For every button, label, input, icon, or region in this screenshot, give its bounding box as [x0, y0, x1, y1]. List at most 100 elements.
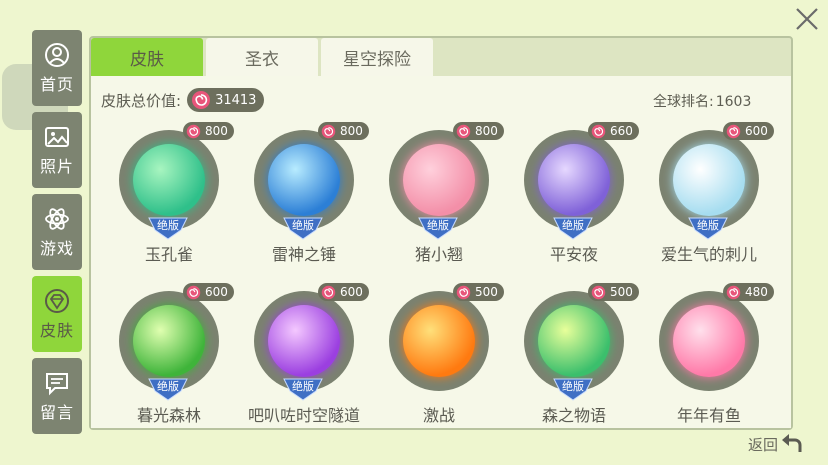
- rank-value: 1603: [715, 94, 752, 110]
- skin-price-badge: 600: [723, 122, 774, 140]
- limited-edition-badge: 绝版: [147, 216, 189, 240]
- skin-price: 800: [340, 124, 363, 138]
- total-value-badge: 31413: [187, 88, 265, 112]
- limited-edition-badge: 绝版: [552, 377, 594, 401]
- skin-price-badge: 800: [183, 122, 234, 140]
- skins-content: 皮肤总价值: 31413 全球排名: 1603 800 绝版 玉孔雀 800 绝版 雷神之锤…: [91, 76, 791, 428]
- skin-price-badge: 660: [588, 122, 639, 140]
- skin-frame: [524, 130, 624, 230]
- swirl-icon: [192, 91, 211, 109]
- total-value: 31413: [215, 92, 257, 108]
- sidebar-item-label: 游戏: [39, 239, 74, 258]
- skin-name: 年年有鱼: [676, 406, 741, 425]
- skin-frame: [254, 130, 354, 230]
- sidebar-item-photos[interactable]: 照片: [32, 112, 82, 188]
- photo-icon: [45, 127, 69, 147]
- skin-card[interactable]: 800 绝版 雷神之锤: [236, 120, 370, 280]
- skin-frame: [119, 130, 219, 230]
- skin-card[interactable]: 480 年年有鱼: [641, 281, 775, 441]
- skin-price-badge: 600: [183, 283, 234, 301]
- swirl-icon: [186, 285, 201, 299]
- skin-price-badge: 480: [723, 283, 774, 301]
- skin-price: 800: [205, 124, 228, 138]
- skin-price: 800: [475, 124, 498, 138]
- tab-bar: 皮肤 圣衣 星空探险: [91, 38, 436, 76]
- limited-edition-badge: 绝版: [282, 216, 324, 240]
- swirl-icon: [591, 285, 606, 299]
- skin-price: 600: [340, 285, 363, 299]
- limited-label: 绝版: [157, 380, 179, 393]
- skin-orb: [133, 144, 205, 216]
- back-button[interactable]: 返回: [748, 432, 804, 456]
- global-rank: 全球排名: 1603: [651, 91, 751, 111]
- skin-orb: [268, 144, 340, 216]
- skin-frame: [389, 130, 489, 230]
- swirl-icon: [456, 285, 471, 299]
- skin-name: 森之物语: [541, 406, 606, 425]
- skin-name: 吧叭咗时空隧道: [247, 406, 360, 425]
- skin-price: 480: [745, 285, 768, 299]
- skin-card[interactable]: 500 绝版森之物语: [506, 281, 640, 441]
- close-button[interactable]: [792, 4, 822, 34]
- back-arrow-icon: [782, 434, 802, 452]
- skin-orb: [268, 305, 340, 377]
- limited-edition-badge: 绝版: [147, 377, 189, 401]
- skin-card[interactable]: 800 绝版 玉孔雀: [101, 120, 235, 280]
- limited-label: 绝版: [292, 219, 314, 232]
- limited-edition-badge: 绝版: [687, 216, 729, 240]
- swirl-icon: [186, 124, 201, 138]
- skin-price: 500: [475, 285, 498, 299]
- rank-label: 全球排名:: [653, 94, 714, 110]
- skin-price: 660: [610, 124, 633, 138]
- tab-star-adventure[interactable]: 星空探险: [321, 38, 433, 76]
- skin-frame: [254, 291, 354, 391]
- skin-card[interactable]: 600 绝版暮光森林: [101, 281, 235, 441]
- sidebar-item-games[interactable]: 游戏: [32, 194, 82, 270]
- sidebar-item-home[interactable]: 首页: [32, 30, 82, 106]
- skin-orb: [403, 144, 475, 216]
- skin-price-badge: 800: [453, 122, 504, 140]
- close-icon: [796, 8, 818, 30]
- skin-card[interactable]: 800 绝版猪小翘: [371, 120, 505, 280]
- skin-card[interactable]: 600 绝版吧叭咗时空隧道: [236, 281, 370, 441]
- limited-edition-badge: 绝版: [282, 377, 324, 401]
- skin-name: 平安夜: [549, 245, 598, 264]
- swirl-icon: [321, 285, 336, 299]
- skin-name: 爱生气的刺儿: [660, 245, 757, 264]
- skin-price-badge: 500: [588, 283, 639, 301]
- skin-frame: [659, 291, 759, 391]
- skin-orb: [673, 144, 745, 216]
- sidebar-item-label: 留言: [39, 403, 74, 422]
- tab-skins[interactable]: 皮肤: [91, 38, 203, 76]
- skin-orb: [538, 305, 610, 377]
- sidebar-item-messages[interactable]: 留言: [32, 358, 82, 434]
- user-icon: [45, 43, 69, 67]
- tab-holy-cloth[interactable]: 圣衣: [206, 38, 318, 76]
- limited-label: 绝版: [157, 219, 179, 232]
- skin-price-badge: 600: [318, 283, 369, 301]
- skin-name: 暮光森林: [136, 406, 201, 425]
- sidebar-item-label: 照片: [39, 157, 74, 176]
- limited-label: 绝版: [562, 219, 584, 232]
- skin-name: 激战: [422, 406, 455, 425]
- sidebar-item-label: 皮肤: [39, 321, 74, 340]
- total-value-label: 皮肤总价值:: [101, 91, 182, 110]
- back-label: 返回: [748, 435, 779, 454]
- skin-card[interactable]: 660 绝版平安夜: [506, 120, 640, 280]
- limited-label: 绝版: [562, 380, 584, 393]
- skin-card[interactable]: 600 绝版爱生气的刺儿: [641, 120, 775, 280]
- skin-orb: [673, 305, 745, 377]
- skin-name: 猪小翘: [414, 245, 463, 264]
- skin-frame: [119, 291, 219, 391]
- skin-price: 600: [205, 285, 228, 299]
- gem-icon: [45, 289, 69, 313]
- skin-orb: [538, 144, 610, 216]
- sidebar-item-skins[interactable]: 皮肤: [32, 276, 82, 352]
- atom-icon: [45, 208, 69, 230]
- skin-frame: [389, 291, 489, 391]
- skin-orb: [403, 305, 475, 377]
- skin-frame: [524, 291, 624, 391]
- limited-label: 绝版: [427, 219, 449, 232]
- limited-edition-badge: 绝版: [417, 216, 459, 240]
- skin-card[interactable]: 500 激战: [371, 281, 505, 441]
